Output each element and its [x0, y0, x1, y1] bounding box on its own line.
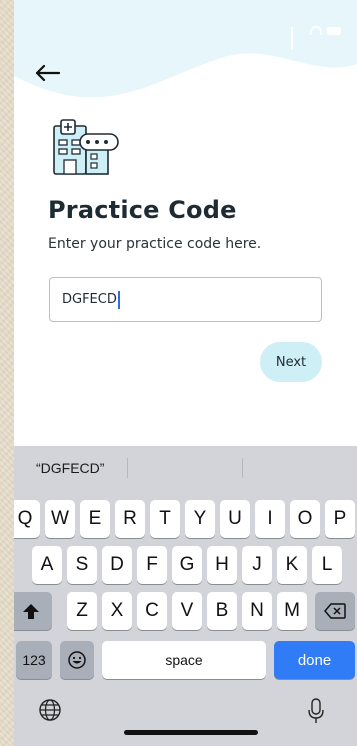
key-n[interactable]: N — [242, 592, 272, 630]
next-button[interactable]: Next — [260, 342, 322, 382]
phone-screen: Practice Code Enter your practice code h… — [14, 0, 357, 746]
key-p[interactable]: P — [325, 500, 355, 538]
emoji-key[interactable] — [60, 641, 94, 679]
key-f[interactable]: F — [137, 546, 167, 584]
key-o[interactable]: O — [290, 500, 320, 538]
suggestion-item[interactable]: “DGFECD” — [36, 460, 104, 476]
key-d[interactable]: D — [102, 546, 132, 584]
page-subtitle: Enter your practice code here. — [48, 236, 262, 252]
shift-icon — [23, 603, 39, 619]
arrow-left-icon — [35, 64, 60, 82]
globe-icon[interactable] — [38, 698, 62, 722]
signal-icon — [291, 26, 305, 50]
key-t[interactable]: T — [150, 500, 180, 538]
key-h[interactable]: H — [207, 546, 237, 584]
key-l[interactable]: L — [312, 546, 342, 584]
keyboard: “DGFECD” Q W E R T Y U I O P A S D F G H… — [14, 446, 357, 746]
text-caret — [117, 290, 120, 309]
key-r[interactable]: R — [115, 500, 145, 538]
practice-code-input[interactable]: DGFECD — [49, 277, 322, 322]
emoji-icon — [68, 651, 86, 669]
practice-code-value: DGFECD — [62, 292, 117, 307]
key-b[interactable]: B — [207, 592, 237, 630]
key-z[interactable]: Z — [67, 592, 97, 630]
suggestion-divider — [127, 458, 128, 478]
home-indicator — [124, 730, 258, 735]
key-y[interactable]: Y — [185, 500, 215, 538]
key-s[interactable]: S — [67, 546, 97, 584]
key-e[interactable]: E — [80, 500, 110, 538]
key-u[interactable]: U — [220, 500, 250, 538]
suggestion-divider — [242, 458, 243, 478]
backspace-key[interactable] — [315, 592, 355, 630]
header-wave — [14, 0, 357, 98]
space-key[interactable]: space — [102, 641, 266, 679]
key-j[interactable]: J — [242, 546, 272, 584]
key-c[interactable]: C — [137, 592, 167, 630]
back-button[interactable] — [32, 58, 62, 88]
numbers-key[interactable]: 123 — [16, 641, 52, 679]
key-i[interactable]: I — [255, 500, 285, 538]
key-a[interactable]: A — [32, 546, 62, 584]
shift-key[interactable] — [14, 592, 52, 630]
suggestion-bar: “DGFECD” — [14, 446, 357, 490]
done-key[interactable]: done — [274, 641, 355, 679]
key-m[interactable]: M — [277, 592, 307, 630]
key-k[interactable]: K — [277, 546, 307, 584]
wifi-icon — [310, 26, 322, 35]
hospital-password-icon — [53, 119, 119, 175]
status-bar — [291, 26, 341, 50]
key-v[interactable]: V — [172, 592, 202, 630]
key-w[interactable]: W — [45, 500, 75, 538]
backspace-icon — [324, 603, 346, 619]
key-q[interactable]: Q — [14, 500, 40, 538]
battery-icon — [327, 26, 341, 35]
key-g[interactable]: G — [172, 546, 202, 584]
microphone-icon[interactable] — [308, 698, 324, 724]
key-x[interactable]: X — [102, 592, 132, 630]
page-title: Practice Code — [48, 196, 237, 224]
